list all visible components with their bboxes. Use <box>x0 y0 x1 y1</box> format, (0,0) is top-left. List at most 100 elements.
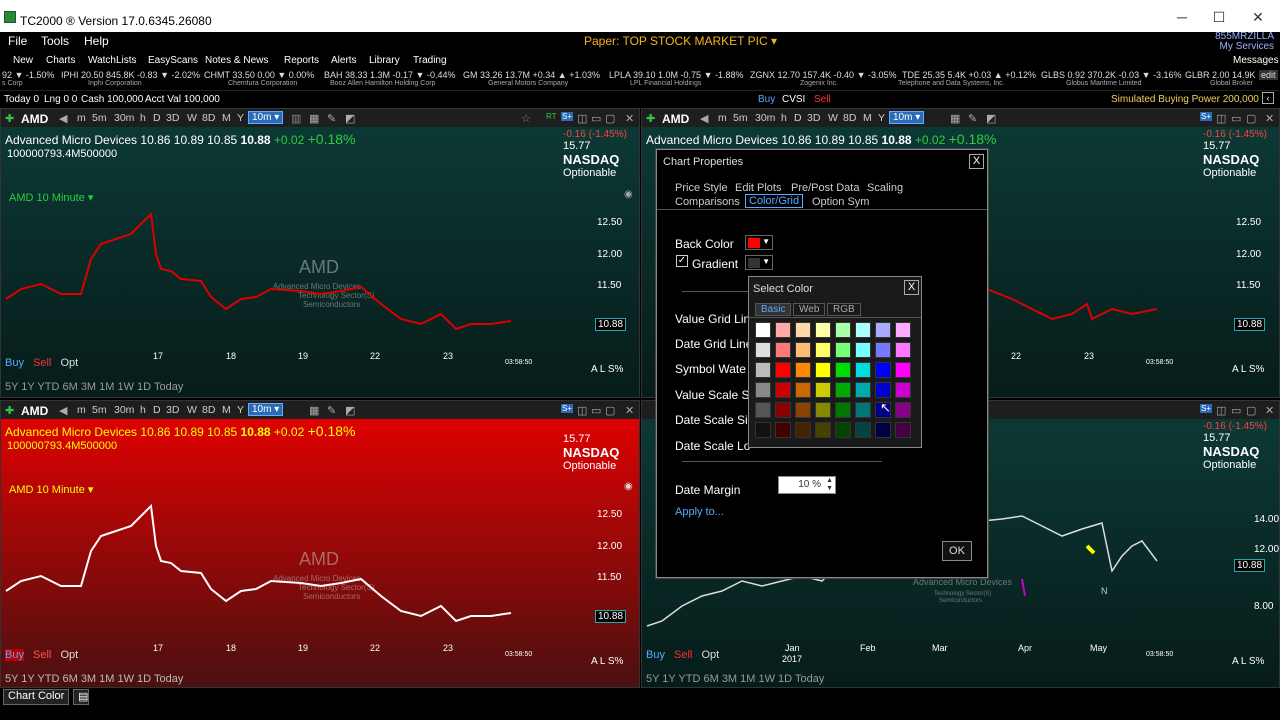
tf-w[interactable]: W <box>828 112 838 124</box>
color-swatch[interactable] <box>815 402 831 418</box>
color-swatch[interactable] <box>775 422 791 438</box>
paper-account-dropdown[interactable]: Paper: TOP STOCK MARKET PIC ▾ <box>584 34 777 48</box>
ok-button[interactable]: OK <box>942 541 972 561</box>
tf-8d[interactable]: 8D <box>843 112 856 124</box>
tf-3d[interactable]: 3D <box>166 112 179 124</box>
gradient-color-picker[interactable]: ▼ <box>745 255 773 270</box>
ticker-item[interactable]: 92 ▼ -1.50% <box>2 70 54 80</box>
pencil-icon[interactable]: ✎ <box>327 112 336 125</box>
period-selector[interactable]: 5Y 1Y YTD 6M 3M 1M 1W 1D Today <box>5 673 183 685</box>
tf-8d[interactable]: 8D <box>202 112 215 124</box>
color-swatch[interactable] <box>815 422 831 438</box>
speaker-icon[interactable]: ◀ <box>59 404 67 417</box>
tf-m[interactable]: m <box>718 112 727 124</box>
price-chart[interactable] <box>1 491 591 641</box>
gradient-checkbox[interactable]: ✓ <box>676 255 688 267</box>
messages-link[interactable]: Messages <box>1233 55 1279 66</box>
opt-button[interactable]: Opt <box>701 649 719 661</box>
color-swatch[interactable] <box>895 402 911 418</box>
sell-button[interactable]: Sell <box>33 357 51 369</box>
tab-rgb[interactable]: RGB <box>827 303 861 316</box>
color-swatch[interactable] <box>835 362 851 378</box>
sync-icon[interactable]: S+ <box>561 112 574 121</box>
color-swatch[interactable] <box>755 322 771 338</box>
apply-to-link[interactable]: Apply to... <box>675 506 724 518</box>
toolbar-alerts[interactable]: Alerts <box>331 55 357 66</box>
color-swatch[interactable] <box>815 362 831 378</box>
add-icon[interactable]: ✚ <box>646 112 655 125</box>
tf-30m[interactable]: 30m <box>755 112 775 124</box>
tf-30m[interactable]: 30m <box>114 404 134 416</box>
tf-m[interactable]: m <box>77 112 86 124</box>
close-button[interactable]: ✕ <box>1243 9 1273 26</box>
add-icon[interactable]: ✚ <box>5 404 14 417</box>
color-swatch[interactable] <box>835 402 851 418</box>
toolbar-reports[interactable]: Reports <box>284 55 319 66</box>
timeframe-dropdown[interactable]: 10m ▾ <box>889 111 925 124</box>
globe-icon[interactable]: ◉ <box>624 189 633 200</box>
tf-8d[interactable]: 8D <box>202 404 215 416</box>
eraser-icon[interactable]: ◩ <box>345 112 355 125</box>
tab-color-grid[interactable]: Color/Grid <box>745 194 804 208</box>
maximize-pane-icon[interactable]: ▢ <box>1246 404 1256 417</box>
maximize-pane-icon[interactable]: ▢ <box>605 112 615 125</box>
color-swatch[interactable] <box>795 402 811 418</box>
color-swatch[interactable] <box>835 322 851 338</box>
color-swatch[interactable] <box>855 382 871 398</box>
tf-d[interactable]: D <box>794 112 802 124</box>
stepper-arrows-icon[interactable]: ▲ ▼ <box>826 477 833 493</box>
buy-button[interactable]: Buy <box>646 649 665 661</box>
color-swatch[interactable] <box>815 342 831 358</box>
close-pane-icon[interactable]: ✕ <box>1265 112 1274 125</box>
sell-button[interactable]: Sell <box>814 94 831 105</box>
color-swatch[interactable] <box>775 322 791 338</box>
speaker-icon[interactable]: ◀ <box>59 112 67 125</box>
color-swatch[interactable] <box>795 362 811 378</box>
dialog-close-button[interactable]: X <box>969 154 984 169</box>
add-icon[interactable]: ✚ <box>5 112 14 125</box>
ticker-item[interactable]: CHMT 33.50 0.00 ▼ 0.00% <box>204 70 314 80</box>
pencil-icon[interactable]: ✎ <box>968 112 977 125</box>
tf-y[interactable]: Y <box>237 404 244 416</box>
color-swatch[interactable] <box>875 422 891 438</box>
color-swatch[interactable] <box>775 402 791 418</box>
color-swatch[interactable] <box>895 322 911 338</box>
color-swatch[interactable] <box>755 342 771 358</box>
buy-button[interactable]: Buy <box>758 94 775 105</box>
grid-icon[interactable]: ▦ <box>309 112 319 125</box>
collapse-icon[interactable]: ‹ <box>1262 92 1274 104</box>
period-selector[interactable]: 5Y 1Y YTD 6M 3M 1M 1W 1D Today <box>5 381 183 393</box>
tf-h[interactable]: h <box>140 112 146 124</box>
close-pane-icon[interactable]: ✕ <box>1265 404 1274 417</box>
tab-basic[interactable]: Basic <box>755 303 792 316</box>
maximize-pane-icon[interactable]: ▢ <box>605 404 615 417</box>
color-swatch[interactable] <box>755 402 771 418</box>
scale-options[interactable]: A L S% <box>1232 364 1264 375</box>
period-selector[interactable]: 5Y 1Y YTD 6M 3M 1M 1W 1D Today <box>646 673 824 685</box>
tf-5m[interactable]: 5m <box>733 112 748 124</box>
toolbar-new[interactable]: New <box>13 55 33 66</box>
color-swatch[interactable] <box>795 382 811 398</box>
maximize-button[interactable]: ☐ <box>1204 9 1234 26</box>
chart-pane-top-left[interactable]: ✚ AMD ◀ m 5m 30m h D 3D W 8D M Y 10m ▾ ▥… <box>0 108 640 398</box>
grid-icon[interactable]: ▦ <box>950 112 960 125</box>
color-swatch[interactable] <box>835 382 851 398</box>
ticker-item[interactable]: GLBR 2.00 14.9K <box>1185 70 1256 80</box>
date-margin-stepper[interactable]: 10 % ▲ ▼ <box>778 476 836 494</box>
tab-pre-post-data[interactable]: Pre/Post Data <box>791 182 859 194</box>
ticker-item[interactable]: IPHI 20.50 845.8K -0.83 ▼ -2.02% <box>61 70 200 80</box>
globe-icon[interactable]: ◉ <box>624 481 633 492</box>
ticker-item[interactable]: LPLA 39.10 1.0M -0.75 ▼ -1.88% <box>609 70 744 80</box>
link-icon[interactable]: ◫ <box>1216 112 1226 125</box>
color-swatch[interactable] <box>795 422 811 438</box>
tf-d[interactable]: D <box>153 404 161 416</box>
tf-3d[interactable]: 3D <box>807 112 820 124</box>
color-swatch[interactable] <box>775 342 791 358</box>
scale-options[interactable]: A L S% <box>591 364 623 375</box>
close-pane-icon[interactable]: ✕ <box>625 112 634 125</box>
chart-symbol[interactable]: AMD <box>21 404 48 418</box>
timeframe-dropdown[interactable]: 10m ▾ <box>248 111 284 124</box>
tf-m-monthly[interactable]: M <box>222 404 231 416</box>
color-swatch[interactable] <box>755 422 771 438</box>
color-swatch[interactable] <box>875 342 891 358</box>
